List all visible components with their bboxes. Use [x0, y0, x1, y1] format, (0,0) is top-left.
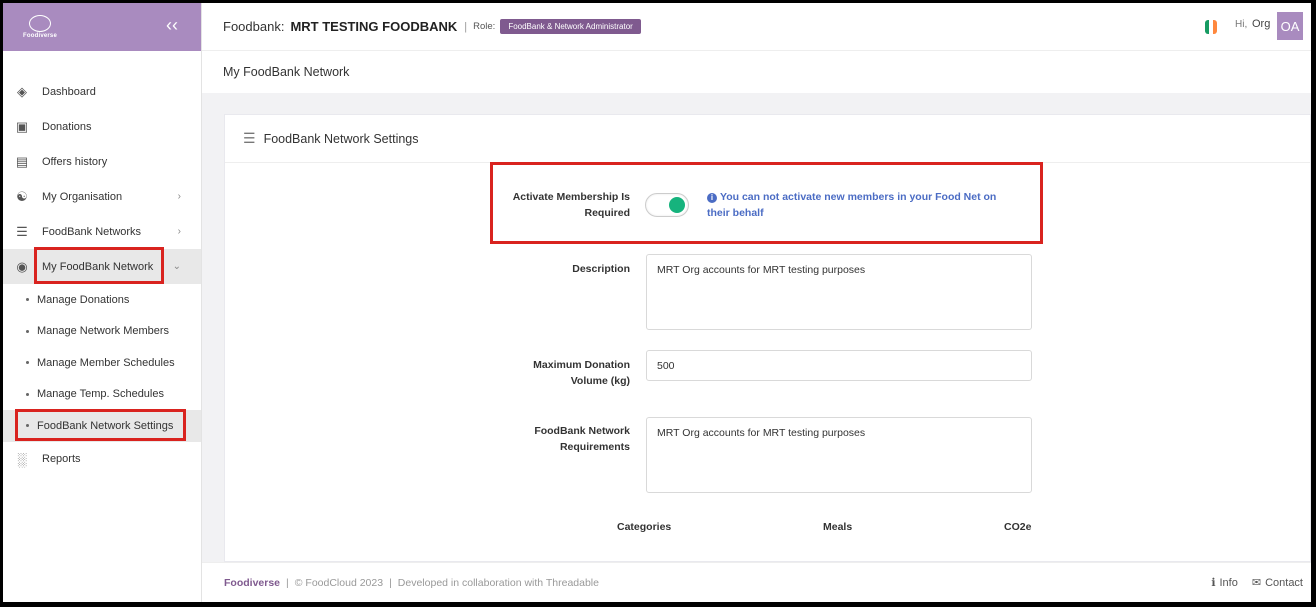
ireland-flag-icon[interactable] — [1205, 20, 1217, 34]
envelope-icon: ✉ — [1251, 577, 1262, 589]
sidebar-subitem-foodbank-network-settings[interactable]: FoodBank Network Settings — [3, 410, 201, 442]
page-title: My FoodBank Network — [202, 51, 1311, 93]
requirements-textarea[interactable]: MRT Org accounts for MRT testing purpose… — [646, 417, 1032, 493]
chevron-right-icon: › — [177, 191, 181, 202]
sidebar-subitem-label: Manage Temp. Schedules — [37, 388, 164, 401]
membership-note-text: You can not activate new members in your… — [707, 191, 997, 219]
network-icon: ☰ — [243, 130, 256, 146]
footer-copyright: © FoodCloud 2023 — [294, 576, 384, 589]
chart-icon: ░ — [17, 451, 27, 467]
sidebar-item-label: My FoodBank Network — [42, 260, 154, 273]
toggle-knob — [669, 197, 685, 213]
cart-icon: ▤ — [15, 153, 29, 169]
chevron-right-icon: › — [177, 226, 181, 237]
column-header-meals: Meals — [823, 521, 853, 533]
card-title: FoodBank Network Settings — [263, 131, 419, 146]
chevron-down-icon: ⌄ — [172, 261, 181, 272]
sidebar-item-dashboard[interactable]: ◈ Dashboard — [3, 74, 201, 109]
membership-toggle[interactable] — [645, 193, 689, 217]
column-header-categories: Categories — [617, 521, 672, 533]
sidebar: Foodiverse ‹‹ ◈ Dashboard ▣ Donations ▤ … — [3, 3, 202, 602]
requirements-label: FoodBank Network Requirements — [534, 425, 630, 453]
collapse-sidebar-icon[interactable]: ‹‹ — [166, 15, 186, 35]
footer-brand[interactable]: Foodiverse — [224, 577, 280, 589]
footer-contact-link[interactable]: ✉ Contact — [1252, 576, 1303, 589]
description-textarea[interactable]: MRT Org accounts for MRT testing purpose… — [646, 254, 1032, 330]
sidebar-subitem-manage-member-schedules[interactable]: Manage Member Schedules — [3, 347, 201, 379]
sidebar-nav: ◈ Dashboard ▣ Donations ▤ Offers history… — [3, 74, 201, 477]
footer-info-link[interactable]: ℹ Info — [1211, 576, 1238, 589]
foodiverse-logo[interactable]: Foodiverse — [23, 13, 59, 41]
membership-label: Activate Membership Is Required — [512, 191, 630, 219]
foodbank-name: MRT TESTING FOODBANK — [290, 19, 458, 34]
footer: Foodiverse | © FoodCloud 2023 | Develope… — [202, 562, 1311, 602]
sidebar-item-my-organisation[interactable]: ☯ My Organisation › — [3, 179, 201, 214]
sidebar-item-label: Reports — [42, 453, 81, 465]
sidebar-item-label: Offers history — [42, 155, 108, 168]
sidebar-item-label: My Organisation — [42, 190, 123, 203]
sidebar-subitem-label: Manage Donations — [37, 293, 130, 306]
foodbank-label: Foodbank: — [223, 19, 285, 34]
footer-links: ℹ Info ✉ Contact — [1211, 576, 1303, 589]
sidebar-subitem-label: Manage Member Schedules — [37, 356, 175, 369]
sitemap-icon: ☯ — [16, 188, 28, 204]
box-icon: ▣ — [15, 118, 29, 134]
sidebar-subitem-label: FoodBank Network Settings — [37, 419, 174, 432]
layers-icon: ◈ — [17, 83, 27, 99]
header-separator: | — [464, 20, 468, 33]
sidebar-item-reports[interactable]: ░ Reports — [3, 442, 201, 477]
sidebar-item-offers-history[interactable]: ▤ Offers history — [3, 144, 201, 179]
user-name: Org — [1252, 18, 1271, 30]
globe-icon: ◉ — [16, 258, 28, 274]
settings-card: ☰ FoodBank Network Settings Activate Mem… — [224, 114, 1311, 562]
sidebar-item-donations[interactable]: ▣ Donations — [3, 109, 201, 144]
sidebar-subitem-manage-donations[interactable]: Manage Donations — [3, 284, 201, 316]
network-icon: ☰ — [16, 223, 28, 239]
brand-bar: Foodiverse ‹‹ — [3, 3, 201, 51]
card-header: ☰ FoodBank Network Settings — [225, 115, 1310, 163]
avatar[interactable]: OA — [1277, 12, 1303, 40]
app-frame: Foodiverse ‹‹ ◈ Dashboard ▣ Donations ▤ … — [3, 3, 1311, 602]
role-badge: FoodBank & Network Administrator — [500, 19, 641, 34]
footer-collab: Developed in collaboration with Threadab… — [397, 576, 599, 589]
greeting-text: Hi, — [1235, 19, 1248, 30]
role-label: Role: — [473, 21, 496, 32]
sidebar-item-my-foodbank-network[interactable]: ◉ My FoodBank Network ⌄ — [3, 249, 201, 284]
sidebar-item-label: FoodBank Networks — [42, 225, 142, 238]
sidebar-subitem-manage-temp-schedules[interactable]: Manage Temp. Schedules — [3, 379, 201, 411]
sidebar-subitem-manage-network-members[interactable]: Manage Network Members — [3, 316, 201, 348]
max-donation-label: Maximum Donation Volume (kg) — [533, 359, 630, 387]
sidebar-item-foodbank-networks[interactable]: ☰ FoodBank Networks › — [3, 214, 201, 249]
membership-info-note: i You can not activate new members in you… — [707, 189, 1017, 221]
sidebar-subitem-label: Manage Network Members — [37, 325, 170, 338]
max-donation-input[interactable]: 500 — [646, 350, 1032, 381]
sidebar-item-label: Dashboard — [42, 85, 96, 98]
info-icon: ℹ — [1211, 577, 1216, 589]
info-icon: i — [707, 193, 717, 203]
sidebar-item-label: Donations — [42, 120, 92, 133]
description-label: Description — [572, 263, 630, 275]
top-header: Foodbank: MRT TESTING FOODBANK | Role: F… — [202, 3, 1311, 51]
column-header-co2e: CO2e — [1004, 521, 1032, 533]
